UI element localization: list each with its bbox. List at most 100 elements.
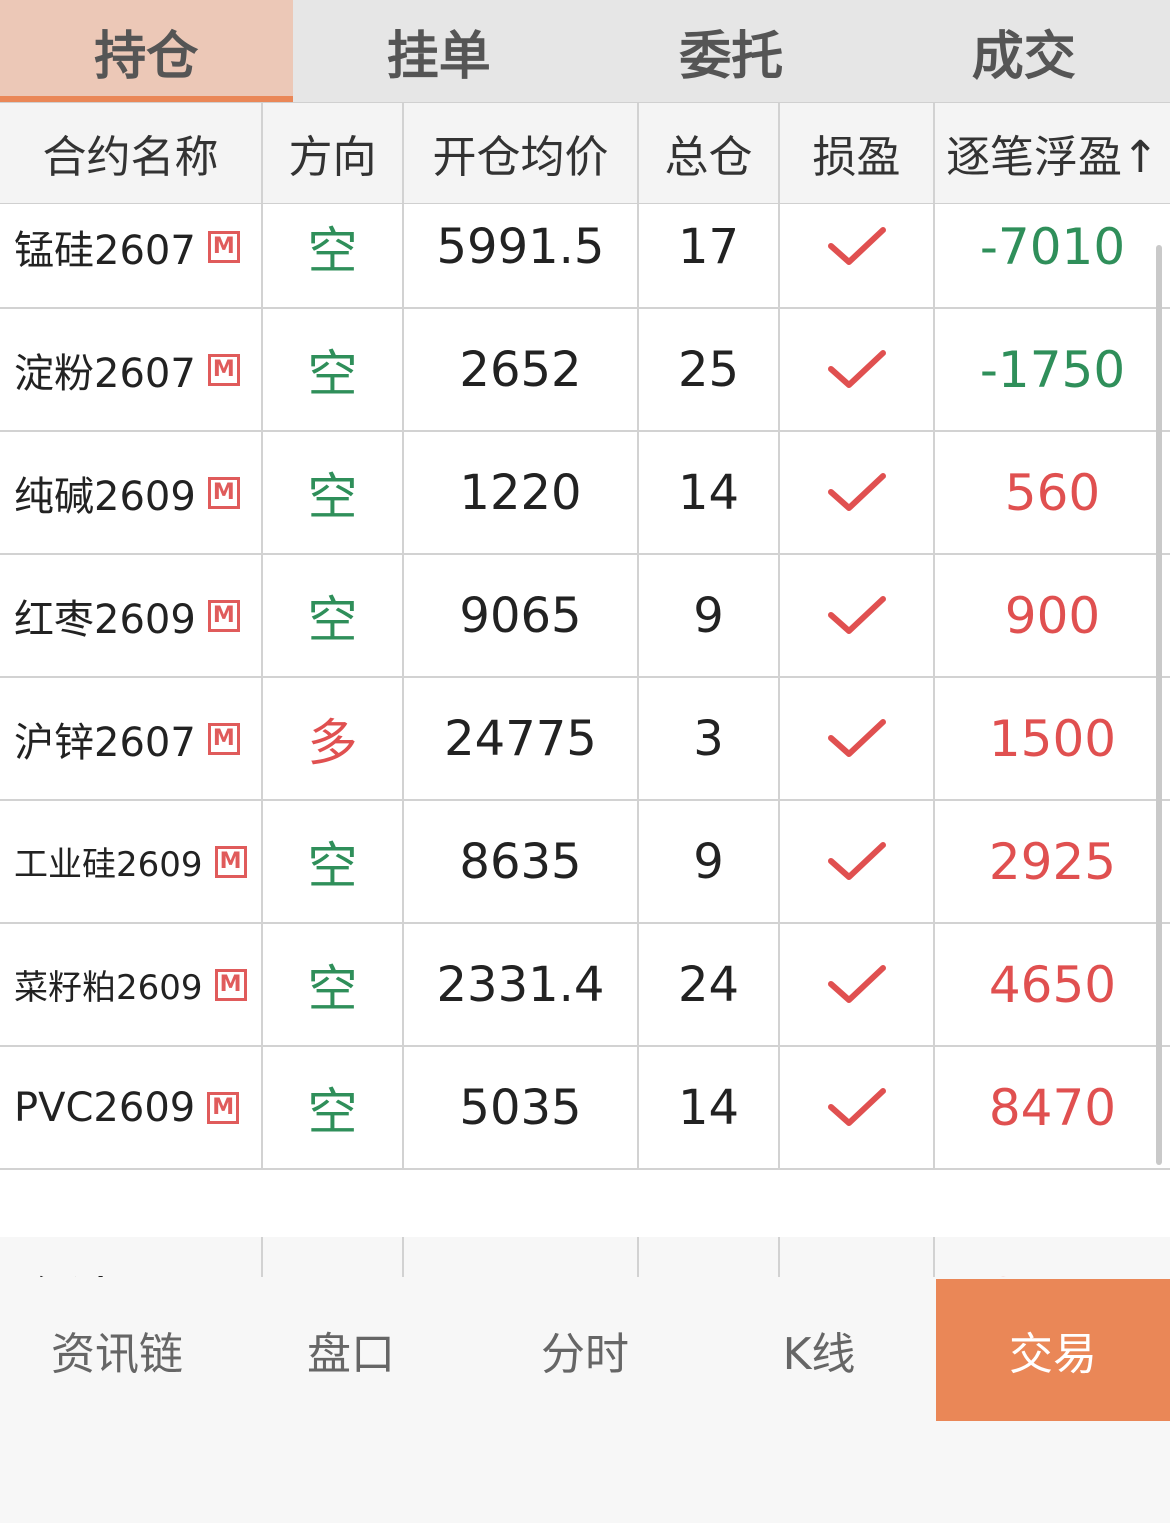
direction: 空 bbox=[263, 204, 404, 307]
floating-pl: 1500 bbox=[988, 709, 1117, 768]
total-empty-price bbox=[404, 1237, 639, 1277]
contract-name: 锰硅2607 M bbox=[0, 204, 263, 307]
open-avg-price: 8635 bbox=[404, 801, 639, 922]
col-open-avg-price[interactable]: 开仓均价 bbox=[404, 103, 639, 203]
total-label: 合计(9) bbox=[0, 1237, 263, 1277]
contract-name: 沪锌2607 M bbox=[0, 678, 263, 799]
total-qty: 14 bbox=[639, 432, 780, 553]
total-qty: 130 bbox=[639, 1237, 780, 1277]
contract-name-text: 红枣2609 bbox=[14, 596, 196, 643]
m-badge-icon: M bbox=[207, 722, 240, 755]
table-rows: 锰硅2607 M 空 5991.5 17 -7010 淀粉2607 M 空 2652 25 -1750… bbox=[0, 204, 1170, 1170]
floating-pl: -1750 bbox=[979, 340, 1126, 399]
total-qty: 9 bbox=[639, 555, 780, 676]
contract-name-text: 沪锌2607 bbox=[14, 719, 196, 766]
col-floating-pl-sorted[interactable]: 逐笔浮盈↑ bbox=[935, 103, 1170, 203]
scrollbar[interactable] bbox=[1156, 245, 1162, 1165]
floating-pl: 2925 bbox=[988, 832, 1117, 891]
open-avg-price: 2331.4 bbox=[404, 924, 639, 1045]
table-row[interactable]: 淀粉2607 M 空 2652 25 -1750 bbox=[0, 309, 1170, 432]
contract-name: 菜籽粕2609 M bbox=[0, 924, 263, 1045]
check-icon[interactable] bbox=[780, 801, 935, 922]
check-icon[interactable] bbox=[780, 204, 935, 307]
total-empty-dir bbox=[263, 1237, 404, 1277]
total-qty: 3 bbox=[639, 678, 780, 799]
tab-orders[interactable]: 委托 bbox=[585, 0, 878, 102]
contract-name-text: 菜籽粕2609 bbox=[14, 968, 203, 1008]
table-header: 合约名称 方向 开仓均价 总仓 损盈 逐笔浮盈↑ bbox=[0, 102, 1170, 204]
direction: 空 bbox=[263, 924, 404, 1045]
direction: 空 bbox=[263, 555, 404, 676]
table-row[interactable]: PVC2609 M 空 5035 14 8470 bbox=[0, 1047, 1170, 1170]
col-stop-profit-loss[interactable]: 损盈 bbox=[780, 103, 935, 203]
contract-name-text: 工业硅2609 bbox=[14, 845, 203, 885]
col-direction[interactable]: 方向 bbox=[263, 103, 404, 203]
m-badge-icon: M bbox=[207, 1091, 240, 1124]
nav-kline[interactable]: K线 bbox=[702, 1279, 936, 1421]
contract-name: 工业硅2609 M bbox=[0, 801, 263, 922]
total-qty: 14 bbox=[639, 1047, 780, 1168]
tab-pending[interactable]: 挂单 bbox=[293, 0, 586, 102]
table-row[interactable]: 工业硅2609 M 空 8635 9 2925 bbox=[0, 801, 1170, 924]
m-badge-icon: M bbox=[207, 230, 240, 263]
total-qty: 25 bbox=[639, 309, 780, 430]
direction: 空 bbox=[263, 801, 404, 922]
direction: 多 bbox=[263, 678, 404, 799]
open-avg-price: 24775 bbox=[404, 678, 639, 799]
direction: 空 bbox=[263, 1047, 404, 1168]
table-row[interactable]: 纯碱2609 M 空 1220 14 560 bbox=[0, 432, 1170, 555]
col-total-qty[interactable]: 总仓 bbox=[639, 103, 780, 203]
contract-name: 红枣2609 M bbox=[0, 555, 263, 676]
total-qty: 9 bbox=[639, 801, 780, 922]
contract-name: PVC2609 M bbox=[0, 1047, 263, 1168]
contract-name-text: 淀粉2607 bbox=[14, 350, 196, 397]
table-row[interactable]: 锰硅2607 M 空 5991.5 17 -7010 bbox=[0, 204, 1170, 309]
open-avg-price: 1220 bbox=[404, 432, 639, 553]
total-floating-pl: 2145 bbox=[935, 1237, 1170, 1277]
m-badge-icon: M bbox=[214, 968, 247, 1001]
table-row[interactable]: 红枣2609 M 空 9065 9 900 bbox=[0, 555, 1170, 678]
nav-news-chain[interactable]: 资讯链 bbox=[0, 1279, 234, 1421]
col-contract-name[interactable]: 合约名称 bbox=[0, 103, 263, 203]
contract-name-text: PVC2609 bbox=[14, 1084, 196, 1131]
total-empty-sl bbox=[780, 1237, 935, 1277]
m-badge-icon: M bbox=[207, 476, 240, 509]
total-qty: 24 bbox=[639, 924, 780, 1045]
m-badge-icon: M bbox=[214, 845, 247, 878]
direction: 空 bbox=[263, 309, 404, 430]
m-badge-icon: M bbox=[207, 353, 240, 386]
nav-order-book[interactable]: 盘口 bbox=[234, 1279, 468, 1421]
tab-trades[interactable]: 成交 bbox=[878, 0, 1170, 102]
floating-pl: 560 bbox=[1004, 463, 1101, 522]
nav-trade[interactable]: 交易 bbox=[936, 1279, 1170, 1421]
table-row[interactable]: 沪锌2607 M 多 24775 3 1500 bbox=[0, 678, 1170, 801]
nav-intraday[interactable]: 分时 bbox=[468, 1279, 702, 1421]
table-row[interactable]: 菜籽粕2609 M 空 2331.4 24 4650 bbox=[0, 924, 1170, 1047]
floating-pl: -7010 bbox=[979, 217, 1126, 276]
floating-pl: 8470 bbox=[988, 1078, 1117, 1137]
open-avg-price: 2652 bbox=[404, 309, 639, 430]
check-icon[interactable] bbox=[780, 678, 935, 799]
total-qty: 17 bbox=[639, 204, 780, 307]
check-icon[interactable] bbox=[780, 309, 935, 430]
check-icon[interactable] bbox=[780, 924, 935, 1045]
check-icon[interactable] bbox=[780, 1047, 935, 1168]
check-icon[interactable] bbox=[780, 555, 935, 676]
contract-name-text: 纯碱2609 bbox=[14, 473, 196, 520]
contract-name: 淀粉2607 M bbox=[0, 309, 263, 430]
total-row: 合计(9) 130 2145 bbox=[0, 1237, 1170, 1277]
floating-pl: 4650 bbox=[988, 955, 1117, 1014]
open-avg-price: 5035 bbox=[404, 1047, 639, 1168]
contract-name-text: 锰硅2607 bbox=[14, 227, 196, 274]
floating-pl: 900 bbox=[1004, 586, 1101, 645]
direction: 空 bbox=[263, 432, 404, 553]
tab-positions[interactable]: 持仓 bbox=[0, 0, 293, 102]
table-body[interactable]: 锰硅2607 M 空 5991.5 17 -7010 淀粉2607 M 空 2652 25 -1750… bbox=[0, 204, 1170, 1277]
contract-name: 纯碱2609 M bbox=[0, 432, 263, 553]
positions-table: 合约名称 方向 开仓均价 总仓 损盈 逐笔浮盈↑ 锰硅2607 M 空 5991.5 1… bbox=[0, 102, 1170, 1277]
check-icon[interactable] bbox=[780, 432, 935, 553]
m-badge-icon: M bbox=[207, 599, 240, 632]
top-tabs: 持仓 挂单 委托 成交 bbox=[0, 0, 1170, 102]
open-avg-price: 5991.5 bbox=[404, 204, 639, 307]
bottom-nav: 资讯链 盘口 分时 K线 交易 bbox=[0, 1279, 1170, 1421]
